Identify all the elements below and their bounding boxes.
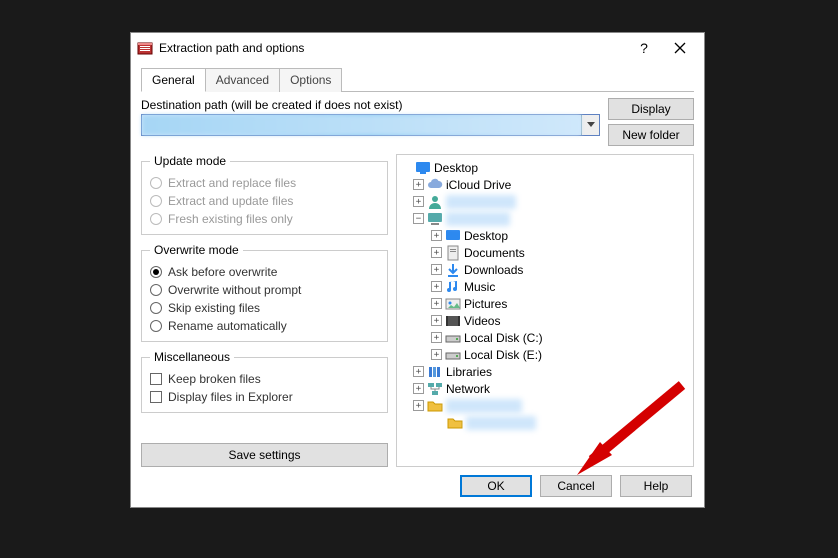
- tree-item-redacted-sub[interactable]: xxxxx: [399, 414, 691, 431]
- tree-item-network[interactable]: + Network: [399, 380, 691, 397]
- overwrite-mode-legend: Overwrite mode: [150, 243, 243, 257]
- desktop-icon: [415, 160, 431, 176]
- expand-icon[interactable]: +: [431, 247, 442, 258]
- tree-item-icloud[interactable]: + iCloud Drive: [399, 176, 691, 193]
- destination-label: Destination path (will be created if doe…: [141, 98, 600, 112]
- misc-legend: Miscellaneous: [150, 350, 234, 364]
- checkbox-icon: [150, 373, 162, 385]
- tree-item-libraries[interactable]: + Libraries: [399, 363, 691, 380]
- radio-icon: [150, 302, 162, 314]
- destination-combobox[interactable]: (redacted): [141, 114, 600, 136]
- cancel-button[interactable]: Cancel: [540, 475, 612, 497]
- display-button[interactable]: Display: [608, 98, 694, 120]
- music-icon: [445, 279, 461, 295]
- titlebar: Extraction path and options ?: [131, 33, 704, 63]
- libraries-icon: [427, 364, 443, 380]
- tab-advanced[interactable]: Advanced: [205, 68, 280, 92]
- tree-item-sub-desktop[interactable]: + Desktop: [399, 227, 691, 244]
- radio-icon: [150, 266, 162, 278]
- chevron-down-icon[interactable]: [581, 115, 599, 135]
- help-dialog-button[interactable]: Help: [620, 475, 692, 497]
- pictures-icon: [445, 296, 461, 312]
- update-mode-group: Update mode Extract and replace files Ex…: [141, 154, 388, 235]
- expand-icon[interactable]: +: [431, 349, 442, 360]
- tab-general[interactable]: General: [141, 68, 206, 92]
- tree-item-local-e[interactable]: + Local Disk (E:): [399, 346, 691, 363]
- radio-rename-auto[interactable]: Rename automatically: [150, 319, 379, 333]
- tree-item-pictures[interactable]: + Pictures: [399, 295, 691, 312]
- drive-icon: [445, 347, 461, 363]
- folder-tree[interactable]: Desktop + iCloud Drive + xxxxx − xxxx: [396, 154, 694, 467]
- check-display-explorer[interactable]: Display files in Explorer: [150, 390, 379, 404]
- checkbox-icon: [150, 391, 162, 403]
- radio-icon: [150, 284, 162, 296]
- tree-item-local-c[interactable]: + Local Disk (C:): [399, 329, 691, 346]
- folder-icon: [427, 398, 443, 414]
- expand-icon[interactable]: +: [413, 400, 424, 411]
- overwrite-mode-group: Overwrite mode Ask before overwrite Over…: [141, 243, 388, 342]
- expand-icon[interactable]: +: [431, 230, 442, 241]
- expand-icon[interactable]: +: [431, 298, 442, 309]
- tree-item-documents[interactable]: + Documents: [399, 244, 691, 261]
- expand-icon[interactable]: +: [431, 264, 442, 275]
- winrar-icon: [137, 40, 153, 56]
- radio-extract-replace[interactable]: Extract and replace files: [150, 176, 379, 190]
- collapse-icon[interactable]: −: [413, 213, 424, 224]
- desktop-icon: [445, 228, 461, 244]
- help-button[interactable]: ?: [626, 34, 662, 62]
- downloads-icon: [445, 262, 461, 278]
- radio-extract-update[interactable]: Extract and update files: [150, 194, 379, 208]
- radio-icon: [150, 320, 162, 332]
- network-icon: [427, 381, 443, 397]
- tree-item-redacted[interactable]: + xxxxxx: [399, 397, 691, 414]
- destination-row: Destination path (will be created if doe…: [141, 98, 694, 146]
- expand-icon[interactable]: +: [413, 383, 424, 394]
- documents-icon: [445, 245, 461, 261]
- dialog-buttons: OK Cancel Help: [141, 467, 694, 499]
- close-button[interactable]: [662, 34, 698, 62]
- user-icon: [427, 194, 443, 210]
- misc-group: Miscellaneous Keep broken files Display …: [141, 350, 388, 413]
- radio-fresh-only[interactable]: Fresh existing files only: [150, 212, 379, 226]
- check-keep-broken[interactable]: Keep broken files: [150, 372, 379, 386]
- expand-icon[interactable]: +: [431, 332, 442, 343]
- tree-item-videos[interactable]: + Videos: [399, 312, 691, 329]
- expand-icon[interactable]: +: [413, 366, 424, 377]
- update-mode-legend: Update mode: [150, 154, 230, 168]
- tree-item-pc[interactable]: − xxxx: [399, 210, 691, 227]
- radio-icon: [150, 213, 162, 225]
- radio-icon: [150, 177, 162, 189]
- tree-item-downloads[interactable]: + Downloads: [399, 261, 691, 278]
- drive-icon: [445, 330, 461, 346]
- radio-without-prompt[interactable]: Overwrite without prompt: [150, 283, 379, 297]
- tab-options[interactable]: Options: [279, 68, 342, 92]
- dialog-window: Extraction path and options ? General Ad…: [130, 32, 705, 508]
- cloud-icon: [427, 177, 443, 193]
- window-title: Extraction path and options: [159, 41, 626, 55]
- folder-icon: [447, 415, 463, 431]
- expand-icon[interactable]: +: [413, 196, 424, 207]
- new-folder-button[interactable]: New folder: [608, 124, 694, 146]
- tab-strip: General Advanced Options: [141, 67, 694, 92]
- save-settings-button[interactable]: Save settings: [141, 443, 388, 467]
- tree-item-music[interactable]: + Music: [399, 278, 691, 295]
- expand-icon[interactable]: +: [431, 315, 442, 326]
- dialog-body: General Advanced Options Destination pat…: [131, 63, 704, 507]
- expand-icon[interactable]: +: [413, 179, 424, 190]
- radio-icon: [150, 195, 162, 207]
- destination-value[interactable]: (redacted): [142, 115, 581, 135]
- radio-skip-existing[interactable]: Skip existing files: [150, 301, 379, 315]
- tree-item-desktop[interactable]: Desktop: [399, 159, 691, 176]
- radio-ask-overwrite[interactable]: Ask before overwrite: [150, 265, 379, 279]
- ok-button[interactable]: OK: [460, 475, 532, 497]
- videos-icon: [445, 313, 461, 329]
- pc-icon: [427, 211, 443, 227]
- expand-icon[interactable]: +: [431, 281, 442, 292]
- tree-item-user[interactable]: + xxxxx: [399, 193, 691, 210]
